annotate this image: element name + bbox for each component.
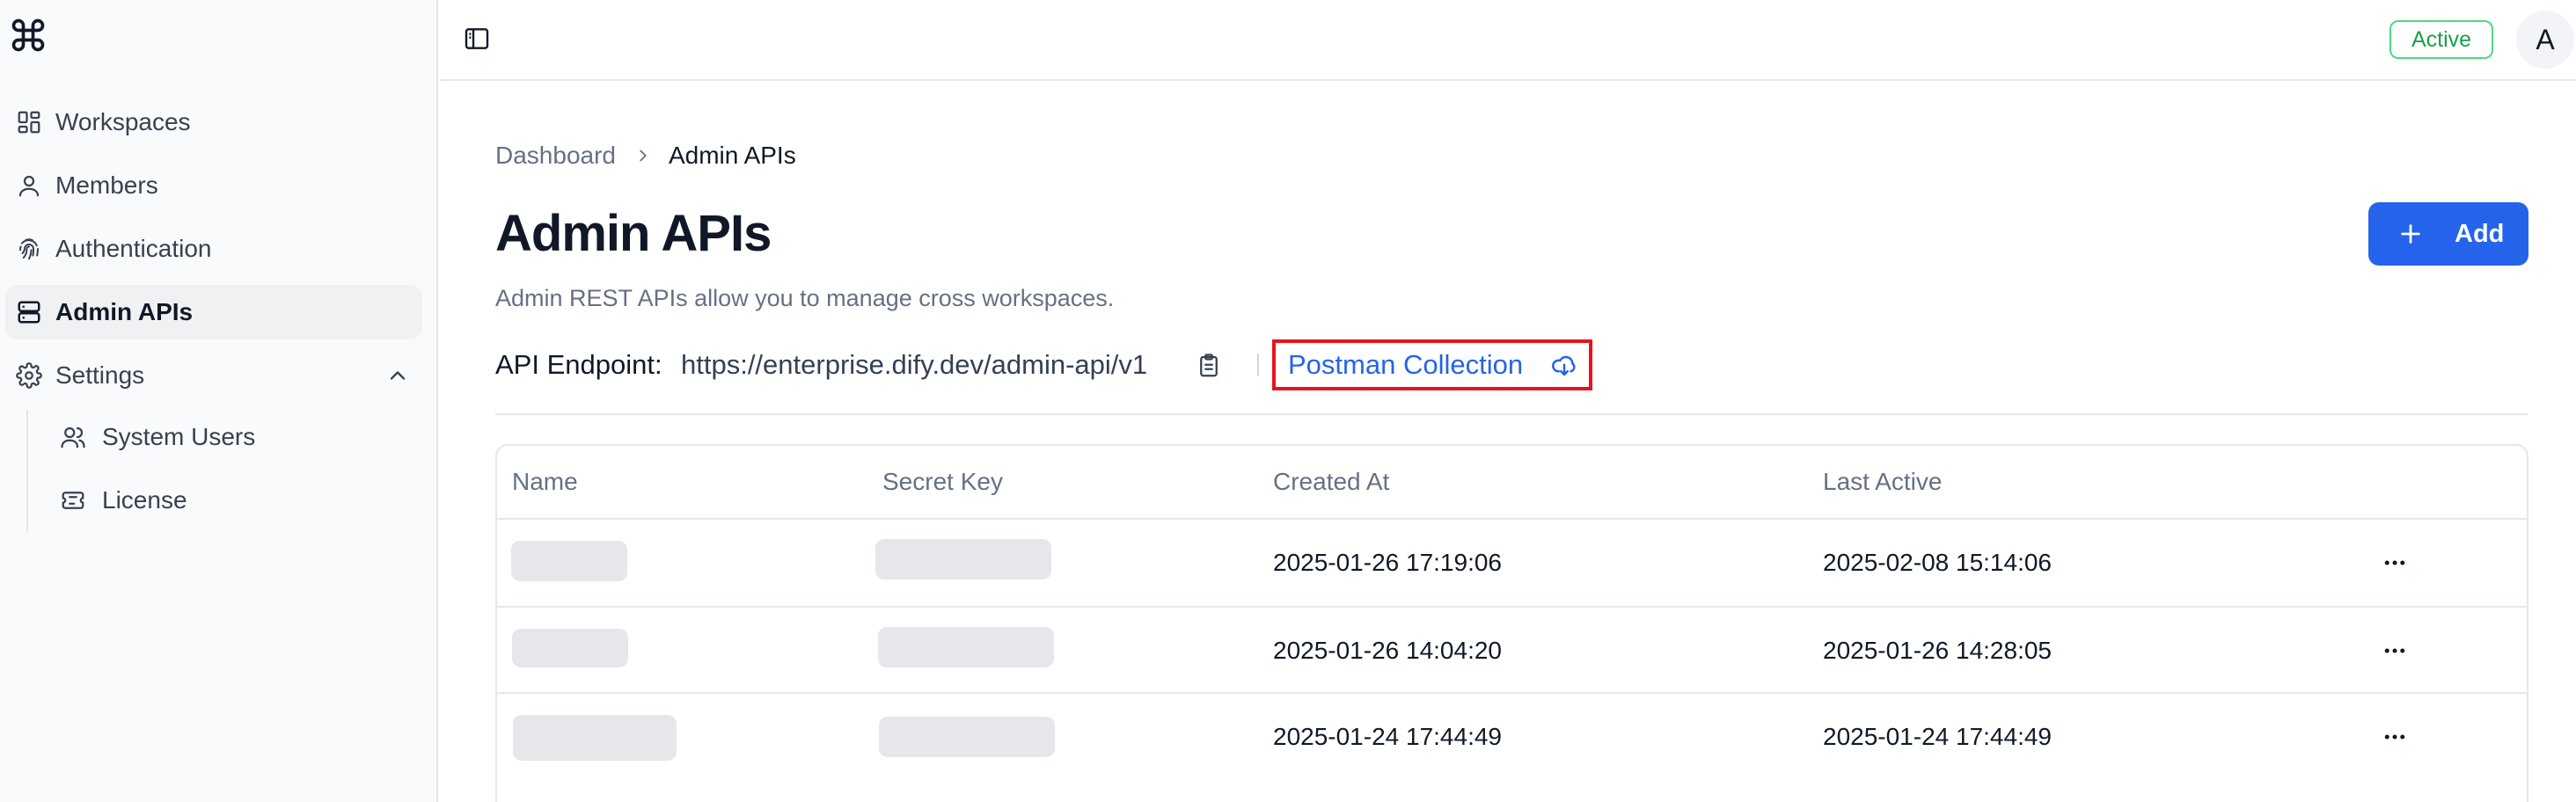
sidebar-item-admin-apis[interactable]: Admin APIs <box>5 285 422 339</box>
more-horizontal-icon[interactable] <box>2380 638 2410 664</box>
top-bar: Active A <box>440 0 2576 81</box>
add-api-key-button[interactable]: Add <box>2368 202 2528 266</box>
more-horizontal-icon[interactable] <box>2380 550 2410 576</box>
postman-collection-label: Postman Collection <box>1288 349 1524 380</box>
api-keys-table: Name Secret Key Created At Last Active 2… <box>495 444 2528 802</box>
chevron-up-icon[interactable] <box>385 363 410 388</box>
column-header-last-active: Last Active <box>1823 468 1943 495</box>
last-active-cell: 2025-01-26 14:28:05 <box>1823 637 2052 664</box>
table-row: 2025-01-24 17:44:49 2025-01-24 17:44:49 <box>497 694 2527 780</box>
breadcrumb-dashboard[interactable]: Dashboard <box>495 142 616 170</box>
last-active-cell: 2025-02-08 15:14:06 <box>1823 549 2052 576</box>
plus-icon <box>2401 224 2420 244</box>
postman-collection-link[interactable]: Postman Collection <box>1272 339 1592 390</box>
sidebar-item-system-users[interactable]: System Users <box>53 410 422 464</box>
avatar[interactable]: A <box>2516 11 2574 69</box>
sidebar-item-label: Settings <box>55 361 145 389</box>
chevron-right-icon <box>640 149 647 162</box>
grid-icon <box>18 111 40 134</box>
breadcrumb: Dashboard Admin APIs <box>495 141 796 171</box>
created-at-cell: 2025-01-26 17:19:06 <box>1273 549 1502 576</box>
sidebar-item-label: Admin APIs <box>55 298 194 325</box>
sidebar: Workspaces Members Authentication Admin … <box>0 0 438 802</box>
column-header-name: Name <box>512 468 578 495</box>
cloud-download-icon <box>1552 355 1576 376</box>
created-at-cell: 2025-01-24 17:44:49 <box>1273 723 1502 750</box>
clipboard-icon[interactable] <box>1196 352 1222 380</box>
status-badge: Active <box>2389 20 2493 59</box>
api-endpoint-row: API Endpoint: https://enterprise.dify.de… <box>495 339 2528 390</box>
table-row: 2025-01-26 17:19:06 2025-02-08 15:14:06 <box>497 520 2527 606</box>
sidebar-item-license[interactable]: License <box>53 473 422 528</box>
api-endpoint-label: API Endpoint: <box>495 349 662 380</box>
divider <box>495 413 2528 415</box>
gear-icon <box>16 362 42 389</box>
command-icon[interactable] <box>9 16 48 55</box>
created-at-cell: 2025-01-26 14:04:20 <box>1273 637 1502 664</box>
add-button-label: Add <box>2455 220 2505 248</box>
api-endpoint-url: https://enterprise.dify.dev/admin-api/v1 <box>681 349 1148 380</box>
sidebar-item-workspaces[interactable]: Workspaces <box>5 95 422 149</box>
secret-key-placeholder <box>879 717 1055 757</box>
column-header-created-at: Created At <box>1273 468 1390 495</box>
name-placeholder <box>512 629 628 667</box>
page-title: Admin APIs <box>495 205 772 262</box>
users-icon <box>61 427 85 448</box>
sidebar-item-label: Workspaces <box>55 108 191 135</box>
ticket-icon <box>62 492 84 509</box>
user-icon <box>18 175 40 197</box>
page-description: Admin REST APIs allow you to manage cros… <box>495 285 1115 311</box>
secret-key-placeholder <box>878 627 1054 667</box>
sidebar-item-label: Members <box>55 171 158 199</box>
breadcrumb-current: Admin APIs <box>668 142 796 169</box>
name-placeholder <box>511 541 627 581</box>
name-placeholder <box>513 715 677 761</box>
sidebar-item-label: Authentication <box>55 235 212 262</box>
secret-key-placeholder <box>875 539 1051 580</box>
sidebar-item-members[interactable]: Members <box>5 158 422 213</box>
sidebar-item-settings[interactable]: Settings <box>5 348 422 403</box>
sidebar-item-label: License <box>102 486 187 514</box>
last-active-cell: 2025-01-24 17:44:49 <box>1823 723 2052 750</box>
separator <box>1257 354 1259 376</box>
table-row: 2025-01-26 14:04:20 2025-01-26 14:28:05 <box>497 608 2527 694</box>
column-header-secret-key: Secret Key <box>882 468 1003 495</box>
sidebar-item-label: System Users <box>102 423 256 450</box>
sidebar-item-authentication[interactable]: Authentication <box>5 222 422 276</box>
submenu-line <box>26 410 28 533</box>
sidebar-toggle-icon[interactable] <box>463 25 491 53</box>
more-horizontal-icon[interactable] <box>2380 724 2410 750</box>
server-icon <box>18 301 40 324</box>
fingerprint-icon <box>19 238 39 260</box>
